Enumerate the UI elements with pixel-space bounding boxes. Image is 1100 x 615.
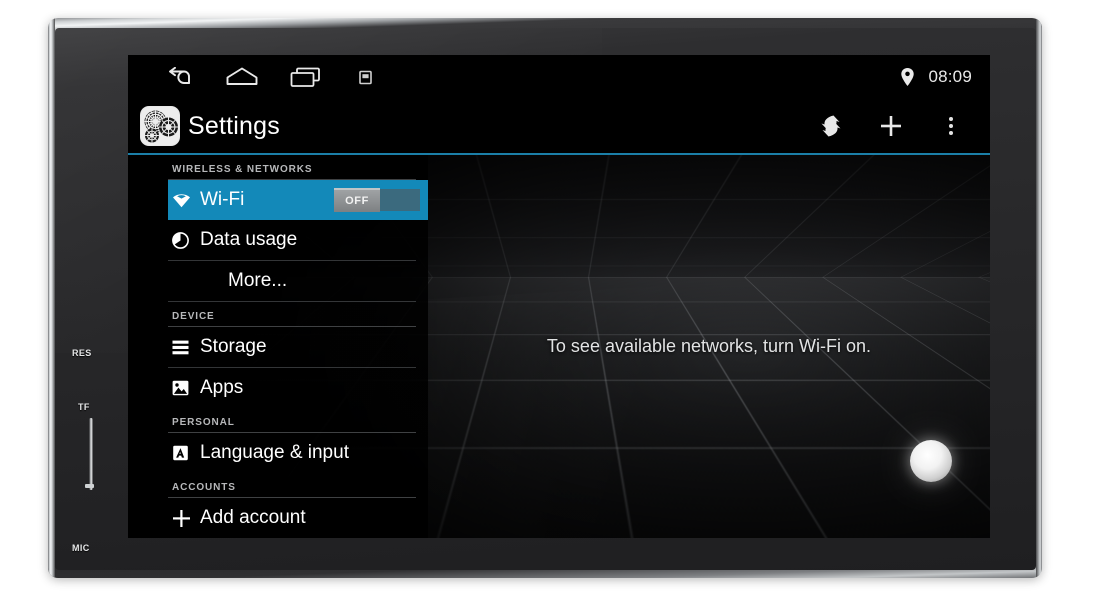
sidebar-item-data-usage-label: Data usage <box>200 229 298 250</box>
apps-icon <box>172 380 198 396</box>
settings-action-bar: Settings <box>128 99 990 155</box>
sidebar-item-apps-label: Apps <box>200 377 244 398</box>
status-bar-right-cluster: 08:09 <box>900 67 990 87</box>
wifi-toggle-state-label: OFF <box>345 195 369 207</box>
status-bar-clock: 08:09 <box>928 67 972 86</box>
sidebar-item-wifi[interactable]: Wi-Fi OFF <box>168 180 428 220</box>
storage-icon <box>172 340 198 355</box>
wifi-icon <box>172 193 198 208</box>
data-usage-icon <box>172 231 198 249</box>
tf-card-slot-notch <box>85 484 94 488</box>
sidebar-item-add-account-label: Add account <box>200 507 306 528</box>
screenshot-root: RES TF MIC 08:09 Settings WIRELESS & NET… <box>0 0 1100 615</box>
settings-list[interactable]: WIRELESS & NETWORKS Wi-Fi OFF Data usage… <box>128 155 428 538</box>
recents-button[interactable] <box>274 55 338 99</box>
recents-icon <box>290 67 320 87</box>
sidebar-item-add-account[interactable]: Add account <box>168 498 416 538</box>
language-icon <box>172 445 198 461</box>
home-icon <box>226 67 258 85</box>
settings-gears-glyph <box>141 107 179 145</box>
action-bar-buttons <box>816 106 990 146</box>
add-button[interactable] <box>876 106 906 146</box>
sidebar-item-storage[interactable]: Storage <box>168 327 416 368</box>
add-icon <box>881 116 901 136</box>
sidebar-item-more-label: More... <box>228 270 288 291</box>
section-header-personal: PERSONAL <box>168 408 416 433</box>
bezel-label-res: RES <box>72 348 92 358</box>
wifi-toggle-thumb: OFF <box>334 188 380 212</box>
overflow-icon <box>949 117 953 135</box>
section-header-device: DEVICE <box>168 302 416 327</box>
section-header-accounts: ACCOUNTS <box>168 473 416 498</box>
plus-icon <box>172 509 198 528</box>
wifi-empty-message: To see available networks, turn Wi-Fi on… <box>546 336 872 356</box>
sidebar-item-apps[interactable]: Apps <box>168 368 416 408</box>
sidebar-item-language-input[interactable]: Language & input <box>168 433 416 473</box>
sidebar-item-data-usage[interactable]: Data usage <box>168 220 416 261</box>
rotary-knob[interactable] <box>910 440 952 482</box>
bezel-label-mic: MIC <box>72 543 90 553</box>
device-left-metal-edge <box>48 18 55 578</box>
android-status-bar: 08:09 <box>128 55 990 99</box>
overflow-menu-button[interactable] <box>936 106 966 146</box>
section-header-wireless: WIRELESS & NETWORKS <box>168 155 416 180</box>
sidebar-item-language-input-label: Language & input <box>200 442 349 463</box>
bezel-label-tf: TF <box>78 402 90 412</box>
home-button[interactable] <box>210 55 274 99</box>
screenshot-icon <box>358 70 372 84</box>
tf-card-slot[interactable] <box>89 418 93 490</box>
back-button[interactable] <box>146 55 210 99</box>
sync-button[interactable] <box>816 106 846 146</box>
sidebar-item-wifi-label: Wi-Fi <box>200 189 245 210</box>
screenshot-button[interactable] <box>338 55 392 99</box>
location-pin-icon <box>901 68 915 86</box>
sidebar-item-more[interactable]: More... <box>168 261 416 302</box>
device-right-metal-edge <box>1036 18 1042 578</box>
sidebar-item-storage-label: Storage <box>200 336 267 357</box>
page-title: Settings <box>188 111 280 140</box>
device-screen: 08:09 Settings WIRELESS & NETWORKS Wi-Fi… <box>128 55 990 538</box>
back-icon <box>169 67 190 84</box>
sync-icon <box>821 115 841 137</box>
wifi-toggle-switch[interactable]: OFF <box>334 188 420 212</box>
wifi-detail-pane: To see available networks, turn Wi-Fi on… <box>428 155 990 538</box>
settings-gears-icon[interactable] <box>140 106 180 146</box>
